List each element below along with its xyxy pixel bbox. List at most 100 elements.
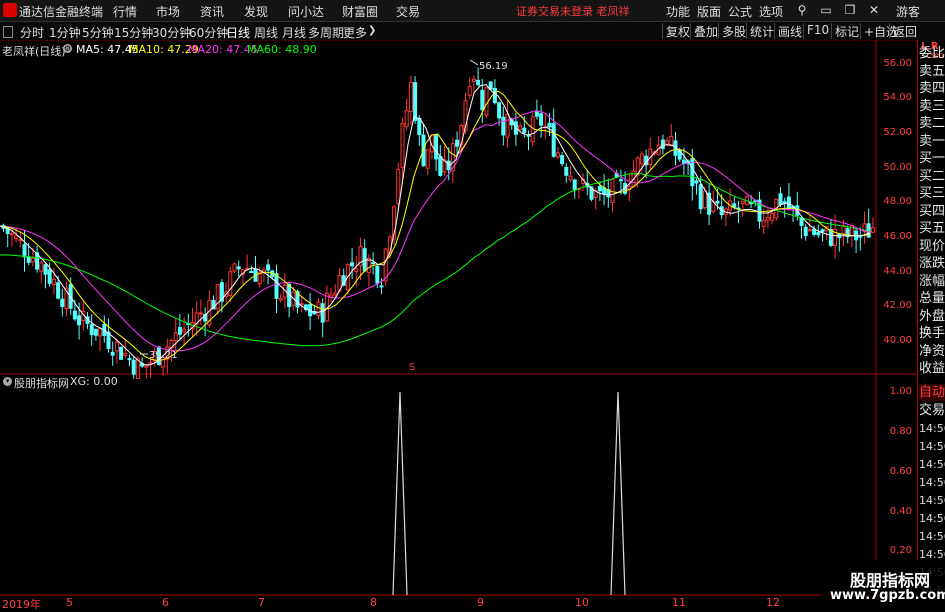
period-5min[interactable]: 5分钟 [82,24,114,41]
period-monthly[interactable]: 月线 [282,24,306,41]
btn-f10[interactable]: F10 [803,23,829,39]
sell-marker: S [409,362,415,373]
candle-body [148,362,153,365]
candle-body [551,123,556,157]
candle-body [266,264,271,271]
menu-layout[interactable]: 版面 [697,3,721,20]
btn-statistics[interactable]: 统计 [746,23,774,39]
candle-body [350,262,355,267]
candle-body [497,102,502,119]
tick-time: 14:56 [919,494,945,507]
order-label: 买一 [919,151,945,166]
candle-body [316,301,321,317]
menu-market[interactable]: 市场 [156,3,180,20]
order-label: 买三 [919,186,945,201]
candle-body [560,155,565,165]
period-1min[interactable]: 1分钟 [49,24,81,41]
candle-body [299,303,304,306]
app-logo-icon [3,3,17,17]
order-label: 涨跌 [919,256,945,271]
candle-body [858,235,863,238]
trade-login-notice: 证券交易未登录 老凤祥 [516,5,630,18]
candle-body [98,328,103,337]
period-30min[interactable]: 30分钟 [152,24,191,41]
y-tick: 48.00 [883,196,912,207]
candle-body [144,365,149,368]
candle-body [22,244,27,258]
candle-body [665,140,670,145]
candle-body [434,134,439,160]
xg-signal-spike [392,391,408,596]
candle-body [60,298,65,308]
y-tick: 50.00 [883,162,912,173]
y-tick: 44.00 [883,266,912,277]
candle-body [732,203,737,208]
close-icon[interactable]: ✕ [866,2,882,18]
btn-adjust[interactable]: 复权 [662,23,690,39]
x-label: 7 [258,596,265,609]
btn-multi-stock[interactable]: 多股 [718,23,746,39]
candle-body [14,235,19,240]
candle-body [568,175,573,181]
candle-body [555,152,560,158]
candle-body [639,153,644,165]
period-15min[interactable]: 15分钟 [114,24,153,41]
menu-news[interactable]: 资讯 [200,3,224,20]
candle-body [77,315,82,326]
period-timeshare[interactable]: 分时 [20,24,44,41]
candle-body [396,168,401,204]
menu-fortune-circle[interactable]: 财富圈 [342,3,378,20]
order-label: 卖四 [919,81,945,96]
candle-body [681,159,686,164]
user-guest[interactable]: 游客 [896,3,920,20]
indicator-settings-icon[interactable]: ▾ [3,377,12,386]
candle-body [228,271,233,297]
btn-mark[interactable]: 标记 [831,23,859,39]
y-tick: 56.00 [883,58,912,69]
tab-auto[interactable]: 自动 [919,384,945,401]
menu-ask[interactable]: 问小达 [288,3,324,20]
search-icon[interactable]: ⚲ [794,2,810,18]
menu-discover[interactable]: 发现 [244,3,268,20]
y-tick: 52.00 [883,127,912,138]
x-label: 6 [162,596,169,609]
btn-back[interactable]: 返回 [889,23,917,39]
chevron-right-icon[interactable]: ❯ [368,25,376,36]
menu-options[interactable]: 选项 [759,3,783,20]
y-tick: 42.00 [883,300,912,311]
title-bar: 通达信金融终端 行情 市场 资讯 发现 问小达 财富圈 交易 证券交易未登录 老… [0,0,945,22]
candle-body [702,190,707,209]
btn-overlay[interactable]: 叠加 [690,23,718,39]
x-label: 10 [575,596,589,609]
candle-body [480,89,485,111]
candle-body [828,229,833,246]
candle-body [803,226,808,237]
period-multi[interactable]: 多周期 [308,24,344,41]
candle-body [182,328,187,333]
menu-quotes[interactable]: 行情 [113,3,137,20]
candle-body [278,297,283,301]
ma60-line [0,173,871,347]
period-weekly[interactable]: 周线 [254,24,278,41]
menu-formula[interactable]: 公式 [728,3,752,20]
btn-draw-line[interactable]: 画线 [774,23,802,39]
tab-trade[interactable]: 交易 [919,402,945,419]
candle-body [618,179,623,182]
chart-area[interactable]: 56.19 39.21 S [0,40,917,596]
candle-body [786,196,791,210]
period-daily[interactable]: 日线 [226,24,250,41]
order-label: 卖五 [919,63,945,79]
candle-body [669,135,674,147]
restore-icon[interactable]: ❐ [842,2,858,18]
period-more[interactable]: 更多 [343,24,367,41]
candle-body [354,268,359,272]
sidebar-toggle-icon[interactable] [3,26,13,38]
order-label: 涨幅 [919,273,945,289]
menu-trade[interactable]: 交易 [396,3,420,20]
candle-body [375,265,380,284]
candle-body [51,279,56,285]
period-60min[interactable]: 60分钟 [189,24,228,41]
minimize-icon[interactable]: ▭ [818,2,834,18]
menu-function[interactable]: 功能 [666,3,690,20]
indicator-y-tick: 0.40 [889,506,912,517]
